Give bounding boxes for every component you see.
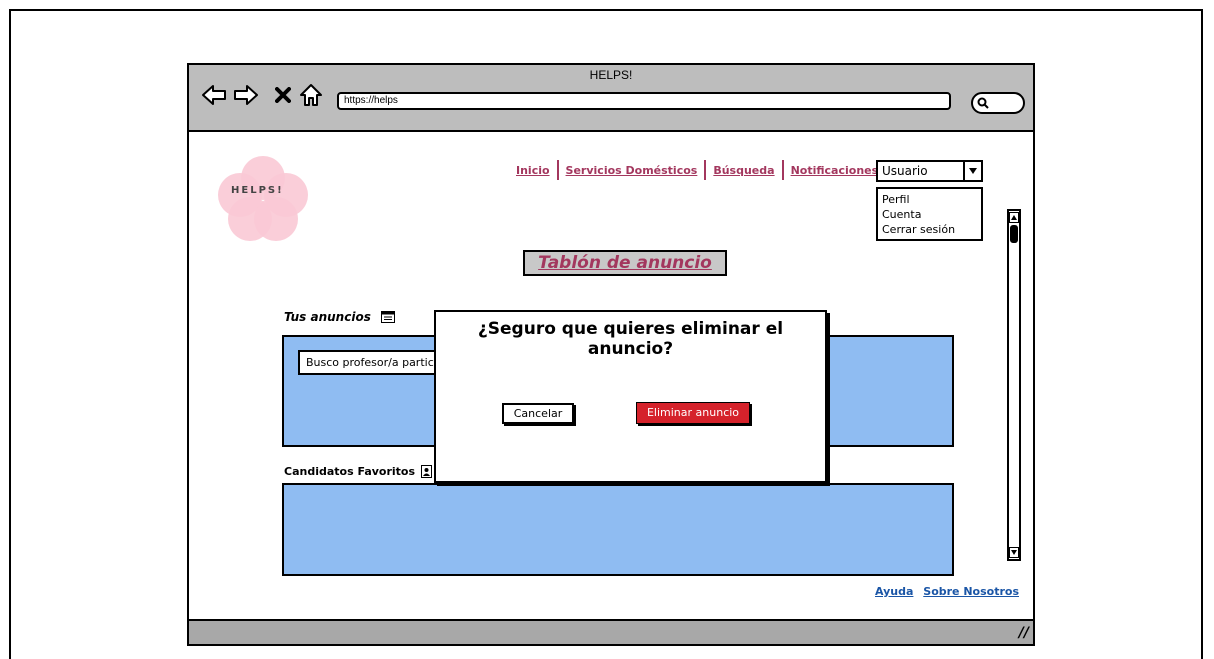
scroll-down-arrow-icon [1011, 550, 1017, 555]
resize-grip-icon[interactable]: // [1019, 625, 1029, 641]
close-icon[interactable] [275, 87, 291, 103]
logo-text: HELPS! [231, 185, 284, 196]
user-dropdown[interactable]: Usuario [876, 160, 983, 182]
ads-section-label-text: Tus anuncios [284, 310, 371, 324]
vertical-scrollbar[interactable] [1007, 209, 1021, 561]
forward-arrow-icon[interactable] [233, 84, 259, 106]
main-nav: Inicio Servicios Domésticos Búsqueda Not… [509, 160, 888, 180]
search-icon [977, 97, 989, 109]
chevron-down-icon [969, 168, 977, 174]
user-dropdown-menu: Perfil Cuenta Cerrar sesión [876, 187, 983, 241]
menu-item-perfil[interactable]: Perfil [882, 192, 977, 207]
favorites-panel [282, 483, 954, 576]
delete-confirm-dialog: ¿Seguro que quieres eliminar el anuncio?… [434, 310, 827, 483]
ads-section-label: Tus anuncios [284, 310, 396, 324]
menu-item-cerrar-sesion[interactable]: Cerrar sesión [882, 222, 977, 237]
menu-item-cuenta[interactable]: Cuenta [882, 207, 977, 222]
cancel-button[interactable]: Cancelar [502, 403, 574, 424]
delete-ad-button[interactable]: Eliminar anuncio [636, 402, 750, 424]
scroll-thumb[interactable] [1010, 225, 1018, 243]
browser-search-button[interactable] [971, 92, 1025, 114]
nav-link-busqueda[interactable]: Búsqueda [706, 164, 781, 177]
nav-link-notificaciones[interactable]: Notificaciones [784, 164, 886, 177]
home-icon[interactable] [299, 83, 323, 107]
back-arrow-icon[interactable] [201, 84, 227, 106]
browser-statusbar: // [189, 619, 1033, 644]
user-dropdown-value: Usuario [882, 164, 928, 178]
window-title: HELPS! [589, 68, 633, 82]
scroll-up-arrow-icon [1011, 215, 1017, 220]
dialog-title: ¿Seguro que quieres eliminar el anuncio? [477, 319, 784, 359]
scroll-down-button[interactable] [1009, 547, 1019, 558]
browser-window: HELPS! https://helps HELPS! Inicio Servi… [187, 63, 1035, 646]
dropdown-arrow-button[interactable] [963, 162, 981, 180]
favorites-section-label: Candidatos Favoritos [284, 465, 432, 478]
nav-link-inicio[interactable]: Inicio [509, 164, 557, 177]
scroll-up-button[interactable] [1009, 212, 1019, 223]
footer-links: Ayuda Sobre Nosotros [875, 585, 1025, 598]
url-bar[interactable]: https://helps [337, 92, 951, 110]
list-icon [381, 311, 396, 323]
contact-card-icon [420, 465, 432, 478]
browser-titlebar: HELPS! https://helps [189, 65, 1033, 132]
favorites-section-label-text: Candidatos Favoritos [284, 465, 416, 478]
nav-link-servicios[interactable]: Servicios Domésticos [559, 164, 705, 177]
about-link[interactable]: Sobre Nosotros [923, 585, 1019, 598]
board-title: Tablón de anuncio [523, 250, 727, 276]
helps-logo: HELPS! [218, 156, 308, 241]
help-link[interactable]: Ayuda [875, 585, 913, 598]
